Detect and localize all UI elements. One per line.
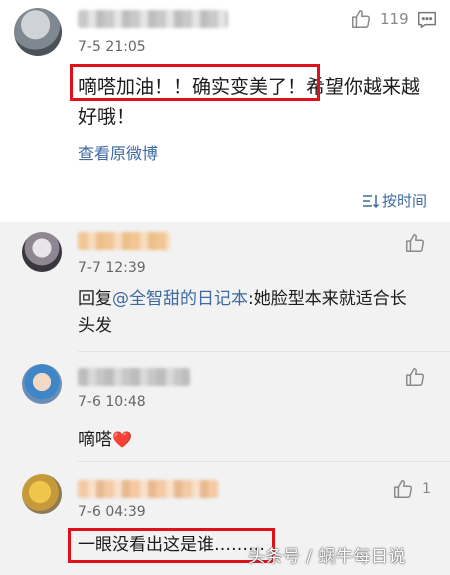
like-button[interactable]: 119 [350, 8, 409, 30]
reply-text: 回复@全智甜的日记本:她脸型本来就适合长头发 [78, 286, 418, 340]
reply-time: 7-7 12:39 [78, 260, 146, 276]
like-count: 1 [422, 481, 431, 497]
username-blurred[interactable] [78, 480, 218, 498]
reply-body: 嘀嗒 [78, 430, 112, 450]
watermark: 头条号 / 蜗牛每日说 [248, 547, 407, 567]
heart-emoji: ❤️ [112, 430, 132, 449]
like-button[interactable]: 1 [392, 478, 431, 500]
highlight-box [70, 64, 320, 101]
view-original-link[interactable]: 查看原微博 [78, 140, 158, 164]
highlight-box [68, 528, 275, 563]
thumbs-up-icon [406, 234, 424, 252]
sort-icon [363, 194, 380, 208]
list-item: 7-7 12:39 回复@全智甜的日记本:她脸型本来就适合长头发 [0, 222, 450, 352]
like-button[interactable] [404, 366, 426, 388]
main-comment: 7-5 21:05 119 嘀嗒加油！！确实变美了！希望你越来越好哦！ 查看原微… [0, 0, 450, 222]
reply-list: 7-7 12:39 回复@全智甜的日记本:她脸型本来就适合长头发 7-6 10:… [0, 222, 450, 575]
mention-link[interactable]: @全智甜的日记本 [112, 289, 248, 309]
username-blurred[interactable] [78, 232, 170, 250]
like-button[interactable] [404, 232, 426, 254]
username-blurred[interactable] [78, 368, 190, 386]
comment-time: 7-5 21:05 [78, 39, 146, 55]
comment-icon[interactable] [416, 9, 438, 31]
sort-label: 按时间 [382, 192, 428, 210]
list-item: 7-6 10:48 嘀嗒❤️ [0, 352, 450, 462]
avatar[interactable] [14, 8, 62, 56]
thumbs-up-icon [406, 368, 424, 386]
avatar[interactable] [22, 364, 62, 404]
sort-by-time-button[interactable]: 按时间 [362, 190, 427, 211]
username-blurred[interactable] [78, 10, 228, 28]
reply-text: 嘀嗒❤️ [78, 426, 418, 454]
thumbs-up-icon [394, 480, 412, 498]
like-count: 119 [380, 10, 409, 28]
reply-time: 7-6 10:48 [78, 394, 146, 410]
reply-prefix: 回复 [78, 289, 112, 309]
avatar[interactable] [22, 232, 62, 272]
avatar[interactable] [22, 474, 62, 514]
thumbs-up-icon [352, 10, 370, 28]
reply-time: 7-6 04:39 [78, 504, 146, 520]
